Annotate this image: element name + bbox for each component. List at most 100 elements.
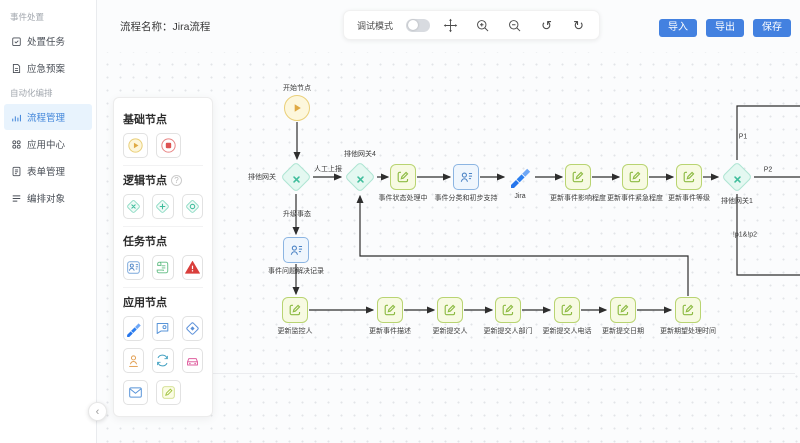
jira-app-icon — [125, 320, 142, 337]
palette-item-start-node[interactable] — [123, 133, 148, 158]
palette-item-car-app[interactable] — [182, 348, 203, 373]
import-button[interactable]: 导入 — [659, 19, 697, 37]
task-update-expect-time[interactable] — [675, 297, 701, 323]
edge-label: !p1&!p2 — [733, 232, 757, 239]
palette-item-gateway-app[interactable] — [182, 316, 203, 341]
task-incident-status[interactable] — [390, 164, 416, 190]
node-label: 更新提交日期 — [602, 326, 644, 336]
edit-app-icon — [160, 384, 177, 401]
flow-editor: 流程名称：Jira流程 调试模式 ↺↻ 导入导出保存 基础节点逻辑节点?任务节点… — [97, 0, 800, 443]
help-icon[interactable]: ? — [171, 175, 182, 186]
jira-app-icon — [508, 164, 532, 188]
task-update-impact[interactable] — [565, 164, 591, 190]
flow-edge — [360, 196, 688, 296]
node-label: 更新期望处理时间 — [660, 326, 716, 336]
end-node-icon — [160, 137, 177, 154]
palette-item-alert-task[interactable] — [182, 255, 203, 280]
zoom-in-icon[interactable] — [475, 18, 490, 33]
palette-item-parallel-gateway[interactable] — [152, 194, 173, 219]
undo-icon[interactable]: ↺ — [539, 18, 554, 33]
pen-node-icon — [615, 302, 631, 318]
sidebar-section-label: 事件处置 — [0, 6, 96, 27]
flow-name-value: Jira流程 — [173, 21, 211, 33]
palette-item-sync-app[interactable] — [152, 348, 173, 373]
node-label: 排他网关 — [248, 172, 276, 182]
task-icon — [11, 36, 22, 47]
task-update-submitter-dept[interactable] — [495, 297, 521, 323]
palette-item-user-pin-app[interactable] — [123, 348, 144, 373]
node-palette: 基础节点逻辑节点?任务节点应用节点 — [113, 97, 213, 417]
node-label: 事件问题解决记录 — [268, 266, 324, 276]
palette-item-inclusive-gateway[interactable] — [182, 194, 203, 219]
debug-mode-toggle[interactable] — [406, 19, 430, 32]
palette-section-title: 任务节点 — [123, 233, 203, 249]
plan-icon — [11, 63, 22, 74]
sidebar-collapse-button[interactable]: ‹ — [88, 402, 107, 421]
sidebar-item-emergency-plan[interactable]: 应急预案 — [4, 55, 92, 81]
zoom-out-icon[interactable] — [507, 18, 522, 33]
sidebar-section-label: 自动化编排 — [0, 82, 96, 103]
palette-item-user-task[interactable] — [123, 255, 144, 280]
sidebar-item-label: 流程管理 — [27, 110, 65, 124]
palette-section-title-text: 任务节点 — [123, 233, 167, 249]
jira-node[interactable] — [506, 162, 534, 190]
gateway-app-icon — [184, 320, 201, 337]
task-update-urgency[interactable] — [622, 164, 648, 190]
user-incident-classify[interactable] — [453, 164, 479, 190]
save-button[interactable]: 保存 — [753, 19, 791, 37]
node-label: 更新提交人 — [433, 326, 468, 336]
palette-section: 任务节点 — [123, 226, 203, 280]
palette-item-exclusive-gateway[interactable] — [123, 194, 144, 219]
palette-item-jira-app[interactable] — [123, 316, 144, 341]
redo-icon[interactable]: ↻ — [571, 18, 586, 33]
sidebar-item-form-management[interactable]: 表单管理 — [4, 158, 92, 184]
play-icon — [291, 102, 303, 114]
sidebar-item-dispose-task[interactable]: 处置任务 — [4, 28, 92, 54]
edge-label: 升级事态 — [283, 209, 311, 219]
palette-item-chat-app[interactable] — [152, 316, 173, 341]
user-pin-app-icon — [125, 352, 142, 369]
node-label: 开始节点 — [283, 83, 311, 93]
node-label: Jira — [514, 193, 525, 200]
palette-section: 应用节点 — [123, 287, 203, 405]
move-icon[interactable] — [443, 18, 458, 33]
task-update-desc[interactable] — [377, 297, 403, 323]
palette-row — [123, 316, 203, 341]
task-update-submitter-phone[interactable] — [554, 297, 580, 323]
mail-app-icon — [127, 384, 144, 401]
node-label: 事件状态处理中 — [379, 193, 428, 203]
orchestrate-icon — [11, 193, 22, 204]
edge-label: P1 — [739, 134, 748, 141]
node-label: 更新事件描述 — [369, 326, 411, 336]
task-update-submit-date[interactable] — [610, 297, 636, 323]
node-label: 排他网关4 — [344, 149, 376, 159]
export-button[interactable]: 导出 — [706, 19, 744, 37]
node-label: 更新提交人部门 — [484, 326, 533, 336]
flow-name: 流程名称：Jira流程 — [120, 19, 210, 34]
app-root: 事件处置处置任务应急预案自动化编排流程管理应用中心表单管理编排对象 ‹ 流程名称… — [0, 0, 800, 443]
palette-item-mail-app[interactable] — [123, 380, 148, 405]
task-update-level[interactable] — [676, 164, 702, 190]
sidebar-item-flow-management[interactable]: 流程管理 — [4, 104, 92, 130]
sidebar-item-app-center[interactable]: 应用中心 — [4, 131, 92, 157]
palette-section-title-text: 基础节点 — [123, 111, 167, 127]
task-update-submitter[interactable] — [437, 297, 463, 323]
gateway-x-icon — [355, 172, 366, 183]
palette-item-end-node[interactable] — [156, 133, 181, 158]
gateway-exclusive[interactable] — [280, 161, 312, 193]
pen-node-icon — [395, 169, 411, 185]
palette-item-script-task[interactable] — [152, 255, 173, 280]
pen-node-icon — [570, 169, 586, 185]
sidebar-item-orchestration-object[interactable]: 编排对象 — [4, 185, 92, 211]
start-node[interactable] — [284, 95, 310, 121]
gateway-exclusive-4[interactable] — [344, 161, 376, 193]
flow-canvas[interactable]: 基础节点逻辑节点?任务节点应用节点 开始节点排他网关排他网关4事件状态处理中事件… — [97, 52, 800, 443]
palette-section-title-text: 应用节点 — [123, 294, 167, 310]
palette-item-edit-app[interactable] — [156, 380, 181, 405]
edge-label: P2 — [764, 167, 773, 174]
gateway-exclusive-1[interactable] — [721, 161, 753, 193]
pen-node-icon — [500, 302, 516, 318]
task-update-monitor[interactable] — [282, 297, 308, 323]
sidebar: 事件处置处置任务应急预案自动化编排流程管理应用中心表单管理编排对象 — [0, 0, 97, 443]
user-incident-record[interactable] — [283, 237, 309, 263]
